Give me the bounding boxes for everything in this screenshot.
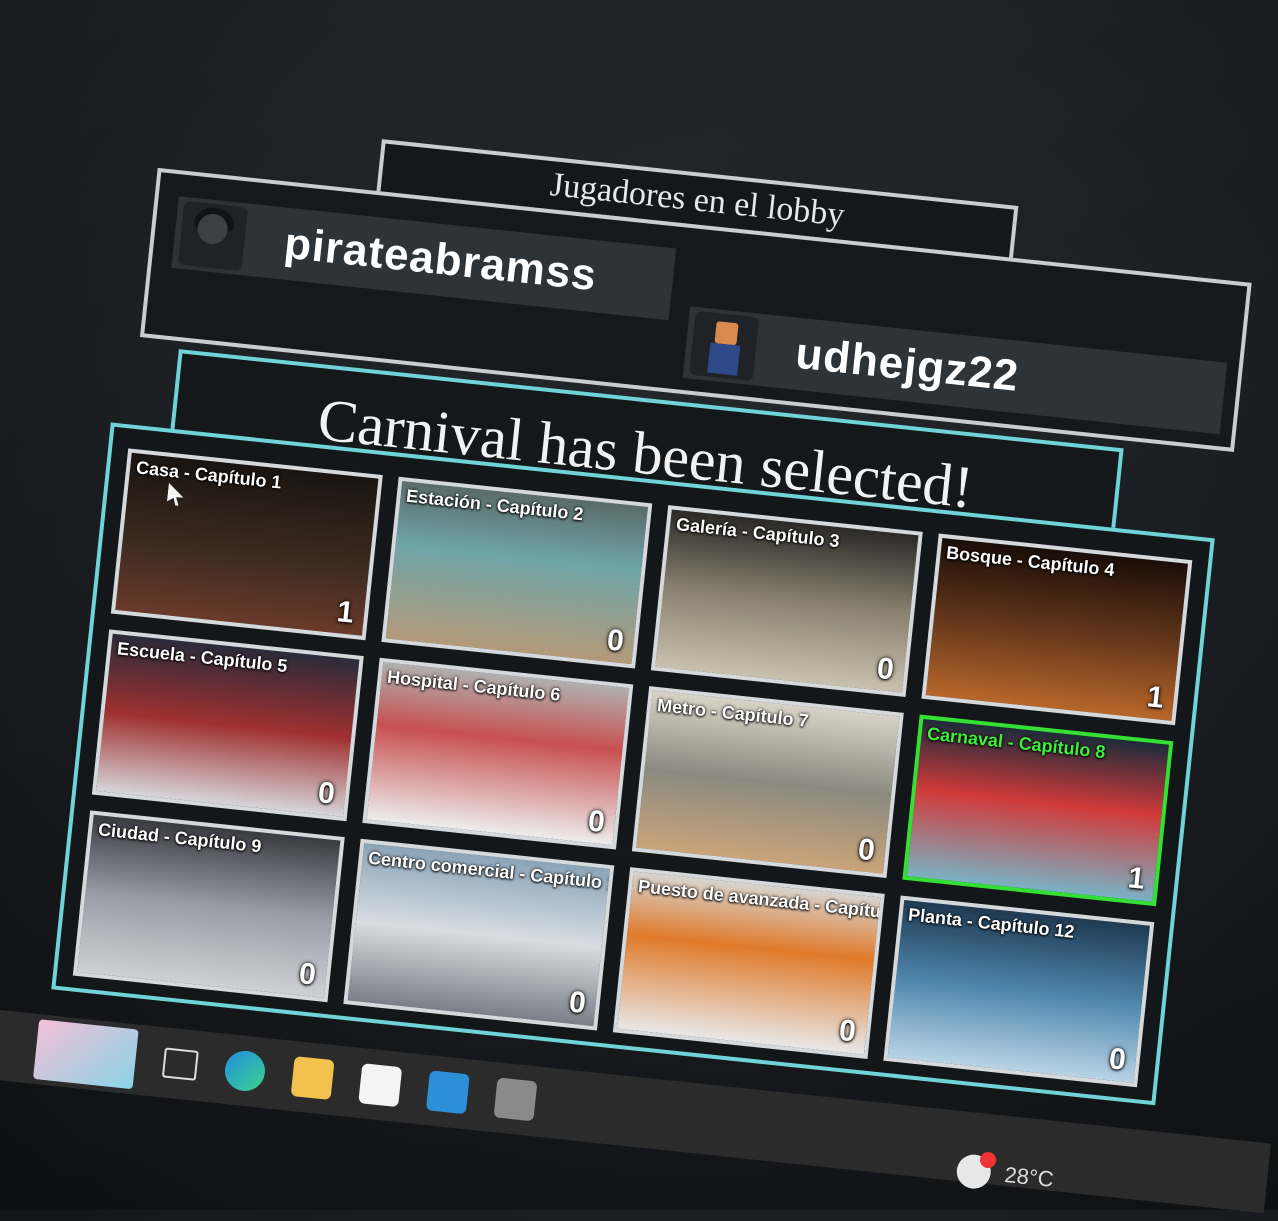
file-explorer-icon[interactable] (290, 1056, 335, 1101)
mail-icon[interactable] (425, 1070, 470, 1115)
temperature-label: 28°C (1003, 1161, 1055, 1192)
player-name: pirateabramss (281, 218, 600, 301)
map-name: Estación - Capítulo 2 (405, 485, 585, 525)
map-tile[interactable]: Metro - Capítulo 7 0 (631, 686, 904, 878)
store-icon[interactable] (358, 1063, 403, 1108)
map-tile[interactable]: Estación - Capítulo 2 0 (380, 476, 653, 669)
map-name: Escuela - Capítulo 5 (116, 638, 289, 677)
map-name: Puesto de avanzada - Capítulo 11 (637, 876, 885, 926)
map-tile[interactable]: Puesto de avanzada - Capítulo 11 0 (612, 867, 885, 1059)
map-tile[interactable]: Bosque - Capítulo 4 1 (920, 533, 1193, 726)
map-vote-count: 0 (316, 776, 337, 811)
map-name: Bosque - Capítulo 4 (945, 542, 1116, 581)
edge-icon[interactable] (222, 1048, 267, 1093)
player-card: pirateabramss (171, 196, 677, 321)
map-name: Casa - Capítulo 1 (135, 457, 283, 493)
map-vote-count: 1 (1145, 680, 1166, 715)
map-tile[interactable]: Galería - Capítulo 3 0 (650, 505, 923, 697)
map-name: Centro comercial - Capítulo 10 (367, 847, 615, 895)
roblox-icon[interactable] (493, 1077, 538, 1122)
player-name: udhejgz22 (793, 328, 1022, 401)
map-name: Metro - Capítulo 7 (656, 695, 810, 731)
map-tile[interactable]: Carnaval - Capítulo 8 1 (901, 714, 1174, 907)
map-name: Planta - Capítulo 12 (907, 904, 1076, 942)
map-name: Ciudad - Capítulo 9 (97, 819, 263, 857)
notification-badge (979, 1151, 997, 1169)
avatar (689, 310, 760, 382)
map-vote-count: 0 (875, 651, 896, 687)
map-vote-count: 0 (837, 1013, 858, 1049)
map-vote-count: 0 (297, 957, 318, 992)
widgets-button[interactable] (32, 1019, 139, 1090)
map-name: Carnaval - Capítulo 8 (926, 723, 1107, 763)
map-tile[interactable]: Escuela - Capítulo 5 0 (91, 629, 364, 822)
map-vote-count: 1 (335, 595, 356, 630)
map-vote-count: 0 (605, 623, 626, 659)
map-name: Hospital - Capítulo 6 (386, 666, 562, 705)
map-vote-count: 0 (1107, 1042, 1128, 1077)
map-tile[interactable]: Ciudad - Capítulo 9 0 (72, 810, 345, 1003)
map-vote-count: 1 (1126, 861, 1147, 896)
taskview-icon[interactable] (161, 1047, 199, 1081)
map-tile[interactable]: Hospital - Capítulo 6 0 (361, 657, 634, 850)
hand-cursor-icon (167, 483, 185, 507)
map-vote-panel: Casa - Capítulo 1 1 Estación - Capítulo 2 0… (51, 422, 1215, 1106)
map-tile[interactable]: Planta - Capítulo 12 0 (882, 895, 1155, 1088)
map-tile[interactable]: Casa - Capítulo 1 1 (110, 448, 383, 641)
avatar (177, 200, 249, 272)
map-vote-count: 0 (586, 804, 607, 840)
map-name: Galería - Capítulo 3 (675, 514, 841, 552)
map-tile[interactable]: Centro comercial - Capítulo 10 0 (342, 838, 615, 1031)
map-vote-count: 0 (567, 985, 588, 1021)
weather-icon[interactable] (955, 1151, 997, 1191)
map-grid: Casa - Capítulo 1 1 Estación - Capítulo 2 0… (72, 448, 1193, 1088)
map-vote-count: 0 (856, 832, 877, 868)
game-lobby-ui: Jugadores en el lobby pirateabramss udhe… (33, 113, 1267, 1187)
